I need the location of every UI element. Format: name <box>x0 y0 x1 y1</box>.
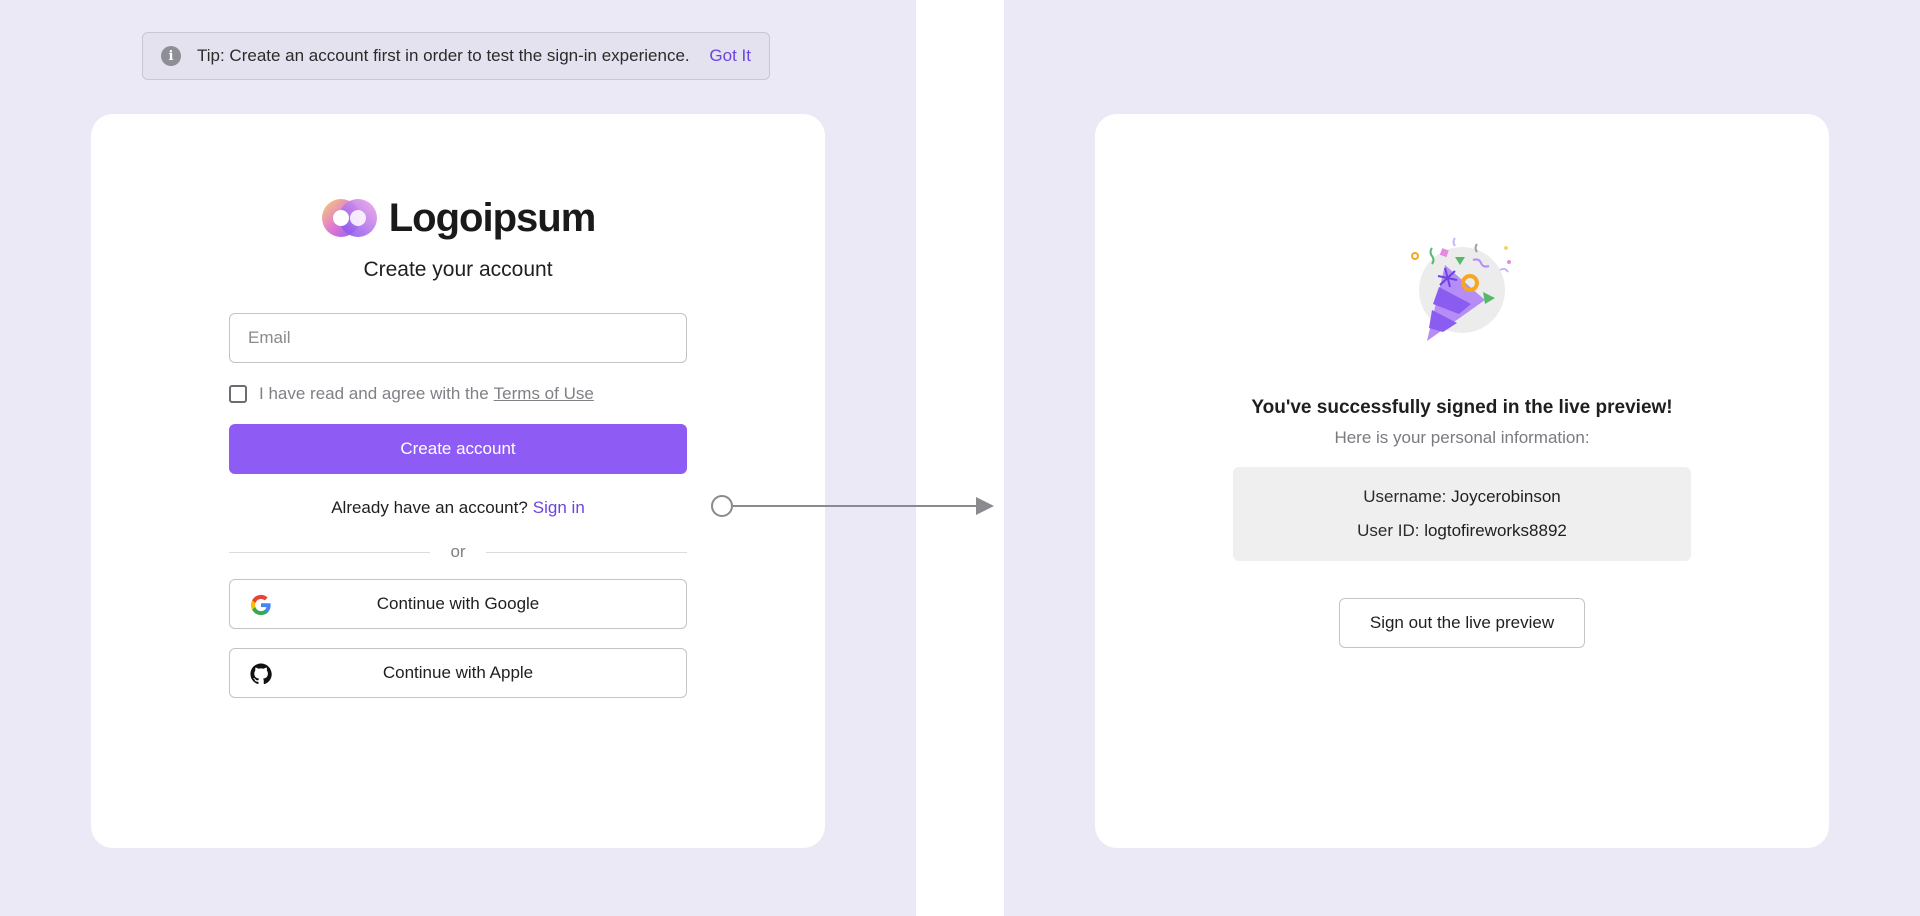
party-popper-icon <box>1411 237 1511 341</box>
divider-line-left <box>229 551 431 553</box>
username-row: Username: Joycerobinson <box>1233 487 1691 507</box>
tip-banner: i Tip: Create an account first in order … <box>142 32 770 80</box>
signup-card: Logoipsum Create your account I have rea… <box>91 114 825 848</box>
google-button-label: Continue with Google <box>376 594 540 613</box>
success-title: You've successfully signed in the live p… <box>1251 397 1673 418</box>
continue-with-apple-button[interactable]: Continue with Apple <box>229 648 687 698</box>
logo-text: Logoipsum <box>388 195 597 240</box>
or-divider: or <box>229 540 687 564</box>
username-value: Joycerobinson <box>1451 487 1561 506</box>
logo: Logoipsum <box>91 194 825 242</box>
create-account-button[interactable]: Create account <box>229 424 687 474</box>
terms-checkbox[interactable] <box>229 385 247 403</box>
terms-of-use-link[interactable]: Terms of Use <box>494 384 594 404</box>
email-field[interactable] <box>229 313 687 363</box>
flow-arrow <box>711 495 994 517</box>
got-it-link[interactable]: Got It <box>709 46 751 66</box>
userid-row: User ID: logtofireworks8892 <box>1233 521 1691 541</box>
tip-text: Tip: Create an account first in order to… <box>197 46 690 65</box>
success-card: You've successfully signed in the live p… <box>1095 114 1829 848</box>
terms-text: I have read and agree with the <box>259 384 489 403</box>
continue-with-google-button[interactable]: Continue with Google <box>229 579 687 629</box>
username-label: Username: <box>1363 487 1447 506</box>
logo-icon <box>321 199 377 237</box>
sign-out-button[interactable]: Sign out the live preview <box>1339 598 1585 648</box>
apple-button-label: Continue with Apple <box>382 663 534 682</box>
github-icon <box>250 663 272 685</box>
success-subtitle: Here is your personal information: <box>1334 428 1590 447</box>
center-divider <box>916 0 1004 916</box>
page-title: Create your account <box>363 258 553 281</box>
info-icon: i <box>161 46 181 66</box>
already-account-text: Already have an account? <box>331 498 528 517</box>
terms-row: I have read and agree with the Terms of … <box>229 384 594 404</box>
or-text: or <box>450 542 466 561</box>
google-icon <box>250 594 271 616</box>
divider-line-right <box>485 551 687 553</box>
personal-info-box: Username: Joycerobinson User ID: logtofi… <box>1233 467 1691 561</box>
sign-in-link[interactable]: Sign in <box>533 498 585 517</box>
userid-label: User ID: <box>1357 521 1420 540</box>
userid-value: logtofireworks8892 <box>1424 521 1567 540</box>
